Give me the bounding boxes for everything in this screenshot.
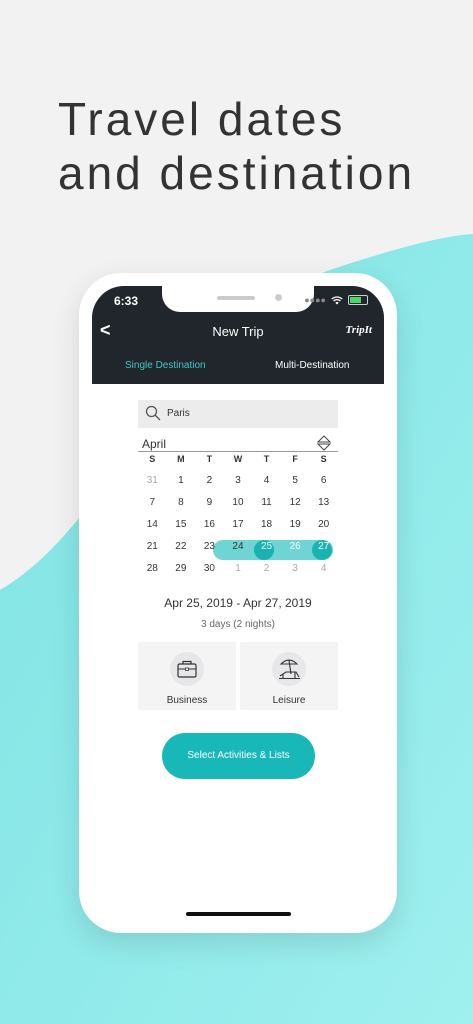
weekday-label: T [206,454,213,464]
status-time: 6:33 [114,294,139,308]
calendar-day[interactable]: 24 [224,541,253,552]
calendar-day[interactable]: 25 [252,541,281,552]
weekday-label: M [177,454,185,464]
calendar-day[interactable]: 8 [167,497,196,508]
calendar-day[interactable]: 15 [167,519,196,530]
calendar-day[interactable]: 26 [281,541,310,552]
search-icon [145,405,161,421]
calendar-day[interactable]: 18 [252,519,281,530]
speaker-grille [217,296,255,300]
leisure-label: Leisure [272,695,306,706]
calendar-day[interactable]: 2 [252,563,281,574]
calendar-day[interactable]: 14 [138,519,167,530]
page-title: New Trip [212,324,264,339]
tab-single-destination[interactable]: Single Destination [125,360,206,371]
weekday-label: S [320,454,327,464]
business-label: Business [166,695,208,706]
leisure-trip-button[interactable]: Leisure [240,642,338,710]
beach-chair-icon [279,659,300,679]
calendar-day[interactable]: 7 [138,497,167,508]
headline-line-1: Travel dates [58,93,346,145]
calendar-day[interactable]: 4 [309,563,338,574]
beach-chair-icon-badge [272,652,306,686]
calendar-day[interactable]: 19 [281,519,310,530]
phone-screen: 6:33 ●●●● < New Trip TripIt Single Desti… [92,286,384,918]
calendar-day[interactable]: 6 [309,475,338,486]
calendar-day[interactable]: 10 [224,497,253,508]
destination-tabs: Single Destination Multi-Destination [92,348,384,384]
briefcase-icon [177,660,197,678]
status-indicators: ●●●● [304,295,368,305]
weekday-label: W [233,454,243,464]
select-activities-button[interactable]: Select Activities & Lists [162,733,315,779]
tab-multi-destination[interactable]: Multi-Destination [275,360,349,371]
business-trip-button[interactable]: Business [138,642,236,710]
weekday-label: T [263,454,270,464]
calendar-day[interactable]: 27 [309,541,338,552]
calendar-day[interactable]: 1 [224,563,253,574]
calendar-day[interactable]: 29 [167,563,196,574]
calendar-day[interactable]: 5 [281,475,310,486]
calendar-day[interactable]: 3 [281,563,310,574]
calendar-day[interactable]: 11 [252,497,281,508]
calendar-day[interactable]: 13 [309,497,338,508]
calendar-day[interactable]: 31 [138,475,167,486]
calendar-day[interactable]: 12 [281,497,310,508]
calendar-day[interactable]: 16 [195,519,224,530]
phone-frame: 6:33 ●●●● < New Trip TripIt Single Desti… [79,273,397,933]
navigation-bar: 6:33 ●●●● < New Trip TripIt [92,286,384,348]
search-value: Paris [167,408,190,419]
calendar-day[interactable]: 2 [195,475,224,486]
trip-duration-text: 3 days (2 nights) [201,619,275,630]
date-range-text: Apr 25, 2019 - Apr 27, 2019 [164,596,312,610]
phone-notch [162,286,314,312]
calendar-day[interactable]: 22 [167,541,196,552]
calendar-day[interactable]: 9 [195,497,224,508]
calendar-day[interactable]: 1 [167,475,196,486]
destination-search-input[interactable]: Paris [138,400,338,428]
calendar-month: April [142,437,167,451]
headline: Travel dates and destination [58,92,415,200]
calendar-day[interactable]: 17 [224,519,253,530]
front-camera [275,294,282,301]
weekday-label: F [292,454,298,464]
calendar-divider [138,451,338,452]
calendar-day[interactable]: 23 [195,541,224,552]
month-toggle-icon[interactable] [317,435,331,451]
weekday-label: S [149,454,156,464]
calendar-day[interactable]: 21 [138,541,167,552]
home-indicator [186,912,291,916]
calendar-day[interactable]: 20 [309,519,338,530]
calendar-day[interactable]: 30 [195,563,224,574]
signal-icon: ●●●● [304,295,326,305]
headline-line-2: and destination [58,147,416,199]
tripit-logo: TripIt [345,324,373,336]
calendar-day[interactable]: 3 [224,475,253,486]
briefcase-icon-badge [170,652,204,686]
calendar-day[interactable]: 28 [138,563,167,574]
wifi-icon [331,295,343,304]
battery-icon [348,295,368,305]
calendar-day[interactable]: 4 [252,475,281,486]
